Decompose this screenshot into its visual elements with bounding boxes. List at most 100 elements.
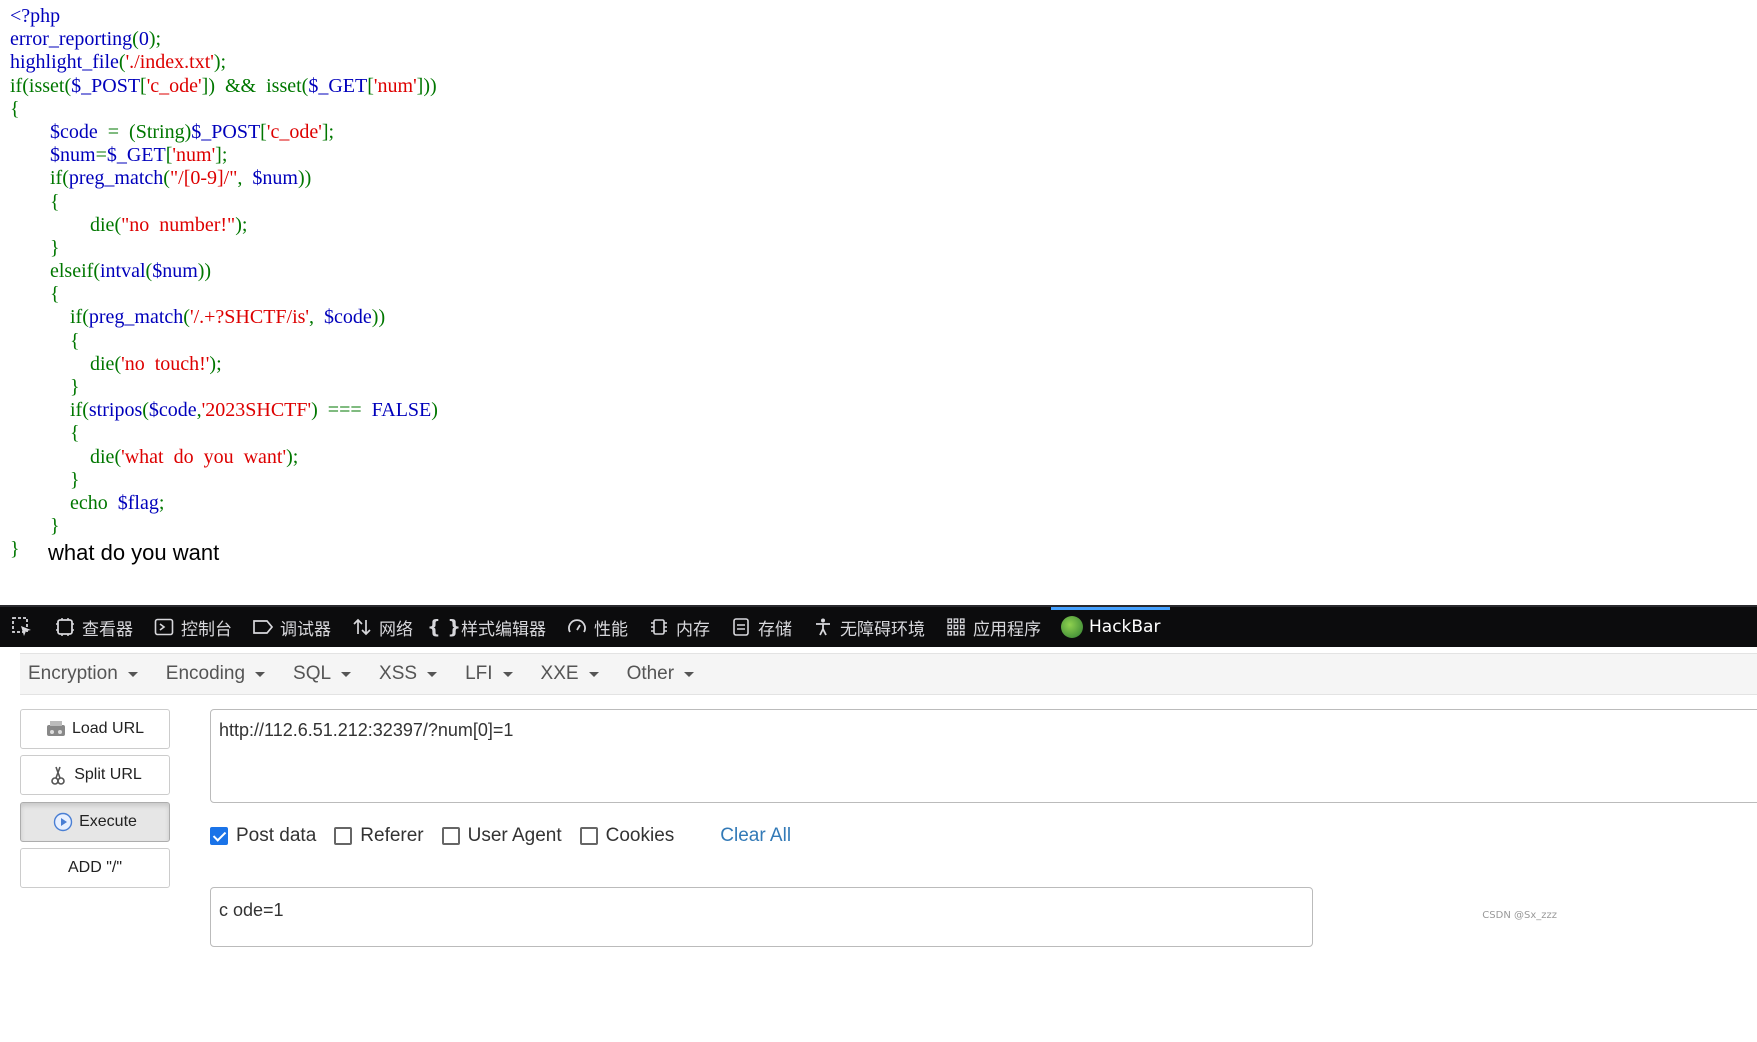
element-picker-icon[interactable] — [0, 607, 44, 647]
csdn-watermark: CSDN @Sx_zzz — [1482, 910, 1557, 921]
code-line: elseif(intval($num)) — [10, 260, 1750, 283]
code-token: $flag — [117, 491, 159, 514]
code-token: ]; — [321, 120, 335, 143]
code-token: [ — [260, 120, 267, 143]
tab-inspector[interactable]: 查看器 — [44, 607, 143, 647]
code-line: } — [10, 237, 1750, 260]
caret-down-icon — [341, 671, 352, 677]
code-token: '2023SHCTF' — [201, 399, 312, 422]
user-agent-label: User Agent — [467, 825, 562, 846]
code-line: $code = (String)$_POST['c_ode']; — [10, 121, 1750, 144]
debugger-icon — [252, 618, 274, 636]
code-token: } — [10, 515, 60, 538]
grid-icon — [945, 617, 967, 637]
tab-network[interactable]: 网络 — [341, 607, 423, 647]
code-token: ( — [132, 28, 139, 51]
code-token: '/.+?SHCTF/is' — [189, 306, 310, 329]
network-icon — [351, 617, 373, 637]
menu-other[interactable]: Other — [619, 663, 703, 685]
code-token: ]; — [215, 144, 228, 167]
post-data-textarea[interactable]: c ode=1 — [210, 887, 1313, 947]
code-token: ; — [158, 491, 165, 514]
code-token: } — [10, 538, 20, 561]
code-token: isset — [266, 74, 302, 97]
code-token: error_reporting — [10, 28, 133, 51]
post-data-checkbox[interactable] — [210, 827, 228, 845]
cookies-option[interactable]: Cookies — [579, 825, 675, 847]
code-token: { — [10, 283, 60, 306]
code-token: 0 — [138, 28, 149, 51]
clear-all-link[interactable]: Clear All — [720, 825, 791, 847]
post-data-option[interactable]: Post data — [210, 825, 316, 847]
user-agent-option[interactable]: User Agent — [441, 825, 562, 847]
code-token: , — [309, 306, 325, 329]
split-url-button[interactable]: Split URL — [20, 755, 170, 795]
code-token: $num — [252, 167, 298, 190]
tab-style-editor[interactable]: { } 样式编辑器 — [423, 607, 556, 647]
tab-memory[interactable]: 内存 — [638, 607, 720, 647]
code-token: if — [10, 74, 23, 97]
tab-application[interactable]: 应用程序 — [935, 607, 1051, 647]
load-url-button[interactable]: Load URL — [20, 709, 170, 749]
code-token: './index.txt' — [125, 51, 214, 74]
request-options: Post data Referer User Agent Cookies Cle… — [210, 825, 791, 847]
console-icon — [153, 617, 175, 637]
add-slash-button[interactable]: ADD "/" — [20, 848, 170, 888]
code-token: { — [10, 190, 60, 213]
menu-xxe[interactable]: XXE — [533, 663, 607, 685]
code-token: <?php — [10, 5, 61, 27]
code-token: intval — [99, 260, 146, 283]
code-token: = (String) — [97, 120, 192, 143]
tab-label: 网络 — [379, 619, 413, 640]
cookies-checkbox[interactable] — [579, 827, 598, 845]
code-token: { — [10, 97, 20, 120]
code-line: die("no number!"); — [10, 214, 1750, 237]
code-token: ( — [82, 399, 89, 422]
code-token: if — [70, 306, 83, 329]
code-token: ); — [235, 213, 248, 236]
menu-encryption[interactable]: Encryption — [20, 663, 146, 685]
page-output-text: what do you want — [48, 540, 220, 565]
code-token: ( — [118, 51, 126, 74]
referer-checkbox[interactable] — [334, 827, 353, 845]
devtools-toolbar: 查看器 控制台 调试器 网络 { } 样式编辑器 性能 内存 存储 无障碍环境 应用程序 HackBa… — [0, 605, 1757, 647]
menu-xss[interactable]: XSS — [371, 663, 445, 685]
code-token: [ — [140, 74, 147, 97]
code-token: preg_match — [68, 167, 164, 190]
code-line: highlight_file('./index.txt'); — [10, 51, 1750, 74]
braces-icon: { } — [427, 616, 461, 638]
hackbar-menubar: Encryption Encoding SQL XSS LFI XXE Other — [20, 653, 1757, 695]
user-agent-checkbox[interactable] — [441, 827, 460, 845]
menu-encoding[interactable]: Encoding — [158, 663, 273, 685]
cookies-label: Cookies — [605, 825, 675, 846]
code-token: highlight_file — [10, 51, 119, 74]
tab-performance[interactable]: 性能 — [556, 607, 638, 647]
tab-storage[interactable]: 存储 — [720, 607, 802, 647]
menu-sql[interactable]: SQL — [285, 663, 359, 685]
code-token: ( — [22, 74, 29, 97]
url-textarea[interactable]: http://112.6.51.212:32397/?num[0]=1 — [210, 709, 1757, 803]
code-token: } — [10, 468, 80, 491]
tab-label: 性能 — [594, 619, 628, 640]
execute-button[interactable]: Execute — [20, 802, 170, 842]
play-icon — [53, 812, 73, 832]
tab-accessibility[interactable]: 无障碍环境 — [802, 607, 935, 647]
code-token: 'num' — [172, 144, 216, 167]
referer-option[interactable]: Referer — [334, 825, 424, 847]
menu-lfi[interactable]: LFI — [457, 663, 520, 685]
tab-debugger[interactable]: 调试器 — [242, 607, 341, 647]
code-line: { — [10, 283, 1750, 306]
tab-hackbar[interactable]: HackBar — [1051, 607, 1171, 647]
code-token: { — [10, 329, 80, 352]
menu-label: Encryption — [28, 663, 118, 684]
tab-console[interactable]: 控制台 — [143, 607, 242, 647]
code-token: die — [90, 213, 115, 236]
code-line: } — [10, 376, 1750, 399]
post-data-label: Post data — [236, 825, 317, 846]
